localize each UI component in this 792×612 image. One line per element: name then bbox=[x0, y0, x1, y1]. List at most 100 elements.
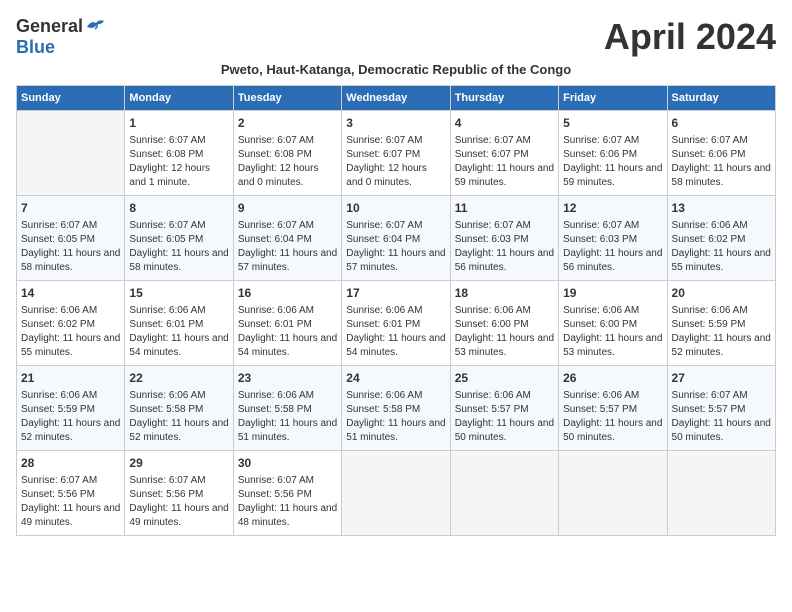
day-number: 19 bbox=[563, 285, 662, 302]
day-number: 8 bbox=[129, 200, 228, 217]
page-header: General Blue April 2024 bbox=[16, 16, 776, 58]
day-number: 23 bbox=[238, 370, 337, 387]
day-number: 16 bbox=[238, 285, 337, 302]
sunset-text: Sunset: 6:01 PM bbox=[129, 318, 228, 332]
day-number: 13 bbox=[672, 200, 771, 217]
daylight-text: Daylight: 11 hours and 57 minutes. bbox=[346, 247, 445, 275]
calendar-cell: 1Sunrise: 6:07 AMSunset: 6:08 PMDaylight… bbox=[125, 111, 233, 196]
calendar-cell: 28 Sunrise: 6:07 AMSunset: 5:56 PMDayligh… bbox=[17, 451, 125, 536]
sunrise-text: Sunrise: 6:07 AM bbox=[129, 474, 228, 488]
sunset-text: Sunset: 5:56 PM bbox=[238, 488, 337, 502]
daylight-text: Daylight: 11 hours and 52 minutes. bbox=[21, 417, 120, 445]
header-sunday: Sunday bbox=[17, 86, 125, 111]
day-number: 17 bbox=[346, 285, 445, 302]
month-title: April 2024 bbox=[604, 16, 776, 58]
header-monday: Monday bbox=[125, 86, 233, 111]
day-number: 21 bbox=[21, 370, 120, 387]
sunrise-text: Sunrise: 6:06 AM bbox=[563, 304, 662, 318]
day-number: 28 bbox=[21, 455, 120, 472]
day-number: 11 bbox=[455, 200, 554, 217]
sunrise-text: Sunrise: 6:07 AM bbox=[238, 474, 337, 488]
sunset-text: Sunset: 6:06 PM bbox=[563, 148, 662, 162]
sunset-text: Sunset: 5:57 PM bbox=[672, 403, 771, 417]
sunset-text: Sunset: 5:56 PM bbox=[21, 488, 120, 502]
daylight-text: Daylight: 11 hours and 58 minutes. bbox=[672, 162, 771, 190]
sunrise-text: Sunrise: 6:06 AM bbox=[21, 389, 120, 403]
calendar-cell: 22Sunrise: 6:06 AMSunset: 5:58 PMDayligh… bbox=[125, 366, 233, 451]
calendar-cell: 18Sunrise: 6:06 AMSunset: 6:00 PMDayligh… bbox=[450, 281, 558, 366]
sunset-text: Sunset: 5:57 PM bbox=[455, 403, 554, 417]
sunrise-text: Sunrise: 6:07 AM bbox=[21, 219, 120, 233]
daylight-text: Daylight: 11 hours and 49 minutes. bbox=[21, 502, 120, 530]
daylight-text: Daylight: 12 hours and 0 minutes. bbox=[238, 162, 337, 190]
daylight-text: Daylight: 11 hours and 55 minutes. bbox=[21, 332, 120, 360]
sunrise-text: Sunrise: 6:07 AM bbox=[346, 219, 445, 233]
sunset-text: Sunset: 5:59 PM bbox=[21, 403, 120, 417]
sunrise-text: Sunrise: 6:07 AM bbox=[563, 219, 662, 233]
header-friday: Friday bbox=[559, 86, 667, 111]
daylight-text: Daylight: 11 hours and 50 minutes. bbox=[563, 417, 662, 445]
calendar-cell: 16Sunrise: 6:06 AMSunset: 6:01 PMDayligh… bbox=[233, 281, 341, 366]
daylight-text: Daylight: 11 hours and 52 minutes. bbox=[129, 417, 228, 445]
day-number: 12 bbox=[563, 200, 662, 217]
sunrise-text: Sunrise: 6:06 AM bbox=[238, 389, 337, 403]
calendar-cell: 12Sunrise: 6:07 AMSunset: 6:03 PMDayligh… bbox=[559, 196, 667, 281]
sunrise-text: Sunrise: 6:07 AM bbox=[238, 134, 337, 148]
day-number: 10 bbox=[346, 200, 445, 217]
sunrise-text: Sunrise: 6:07 AM bbox=[672, 389, 771, 403]
calendar-cell: 24Sunrise: 6:06 AMSunset: 5:58 PMDayligh… bbox=[342, 366, 450, 451]
week-row-2: 7Sunrise: 6:07 AMSunset: 6:05 PMDaylight… bbox=[17, 196, 776, 281]
calendar-cell: 10Sunrise: 6:07 AMSunset: 6:04 PMDayligh… bbox=[342, 196, 450, 281]
sunset-text: Sunset: 6:02 PM bbox=[672, 233, 771, 247]
sunset-text: Sunset: 6:04 PM bbox=[238, 233, 337, 247]
sunrise-text: Sunrise: 6:07 AM bbox=[21, 474, 120, 488]
sunrise-text: Sunrise: 6:06 AM bbox=[346, 389, 445, 403]
daylight-text: Daylight: 11 hours and 58 minutes. bbox=[129, 247, 228, 275]
week-row-3: 14Sunrise: 6:06 AMSunset: 6:02 PMDayligh… bbox=[17, 281, 776, 366]
daylight-text: Daylight: 11 hours and 54 minutes. bbox=[346, 332, 445, 360]
sunset-text: Sunset: 6:00 PM bbox=[563, 318, 662, 332]
calendar-cell: 8 Sunrise: 6:07 AMSunset: 6:05 PMDaylight… bbox=[125, 196, 233, 281]
calendar-cell: 21 Sunrise: 6:06 AMSunset: 5:59 PMDayligh… bbox=[17, 366, 125, 451]
sunrise-text: Sunrise: 6:07 AM bbox=[455, 219, 554, 233]
calendar-subtitle: Pweto, Haut-Katanga, Democratic Republic… bbox=[16, 62, 776, 77]
sunset-text: Sunset: 5:57 PM bbox=[563, 403, 662, 417]
sunset-text: Sunset: 6:08 PM bbox=[129, 148, 228, 162]
calendar-cell: 7Sunrise: 6:07 AMSunset: 6:05 PMDaylight… bbox=[17, 196, 125, 281]
day-number: 29 bbox=[129, 455, 228, 472]
calendar-cell: 19Sunrise: 6:06 AMSunset: 6:00 PMDayligh… bbox=[559, 281, 667, 366]
calendar-cell: 6Sunrise: 6:07 AMSunset: 6:06 PMDaylight… bbox=[667, 111, 775, 196]
daylight-text: Daylight: 11 hours and 55 minutes. bbox=[672, 247, 771, 275]
daylight-text: Daylight: 11 hours and 53 minutes. bbox=[455, 332, 554, 360]
sunset-text: Sunset: 5:59 PM bbox=[672, 318, 771, 332]
logo-blue-text: Blue bbox=[16, 37, 55, 58]
week-row-5: 28Sunrise: 6:07 AMSunset: 5:56 PMDayligh… bbox=[17, 451, 776, 536]
sunset-text: Sunset: 6:05 PM bbox=[129, 233, 228, 247]
daylight-text: Daylight: 11 hours and 51 minutes. bbox=[346, 417, 445, 445]
calendar-cell bbox=[342, 451, 450, 536]
sunset-text: Sunset: 6:08 PM bbox=[238, 148, 337, 162]
header-thursday: Thursday bbox=[450, 86, 558, 111]
header-tuesday: Tuesday bbox=[233, 86, 341, 111]
calendar-cell: 30Sunrise: 6:07 AMSunset: 5:56 PMDayligh… bbox=[233, 451, 341, 536]
sunrise-text: Sunrise: 6:06 AM bbox=[346, 304, 445, 318]
daylight-text: Daylight: 11 hours and 50 minutes. bbox=[455, 417, 554, 445]
day-number: 6 bbox=[672, 115, 771, 132]
day-number: 5 bbox=[563, 115, 662, 132]
calendar-cell: 11Sunrise: 6:07 AMSunset: 6:03 PMDayligh… bbox=[450, 196, 558, 281]
day-number: 24 bbox=[346, 370, 445, 387]
calendar-cell bbox=[17, 111, 125, 196]
calendar-cell bbox=[450, 451, 558, 536]
weekday-header-row: Sunday Monday Tuesday Wednesday Thursday… bbox=[17, 86, 776, 111]
sunrise-text: Sunrise: 6:07 AM bbox=[238, 219, 337, 233]
calendar-cell: 25Sunrise: 6:06 AMSunset: 5:57 PMDayligh… bbox=[450, 366, 558, 451]
calendar-table: Sunday Monday Tuesday Wednesday Thursday… bbox=[16, 85, 776, 536]
daylight-text: Daylight: 12 hours and 1 minute. bbox=[129, 162, 228, 190]
calendar-cell: 13Sunrise: 6:06 AMSunset: 6:02 PMDayligh… bbox=[667, 196, 775, 281]
sunrise-text: Sunrise: 6:06 AM bbox=[21, 304, 120, 318]
calendar-cell bbox=[559, 451, 667, 536]
daylight-text: Daylight: 11 hours and 50 minutes. bbox=[672, 417, 771, 445]
sunset-text: Sunset: 6:05 PM bbox=[21, 233, 120, 247]
sunset-text: Sunset: 6:00 PM bbox=[455, 318, 554, 332]
sunrise-text: Sunrise: 6:07 AM bbox=[129, 219, 228, 233]
